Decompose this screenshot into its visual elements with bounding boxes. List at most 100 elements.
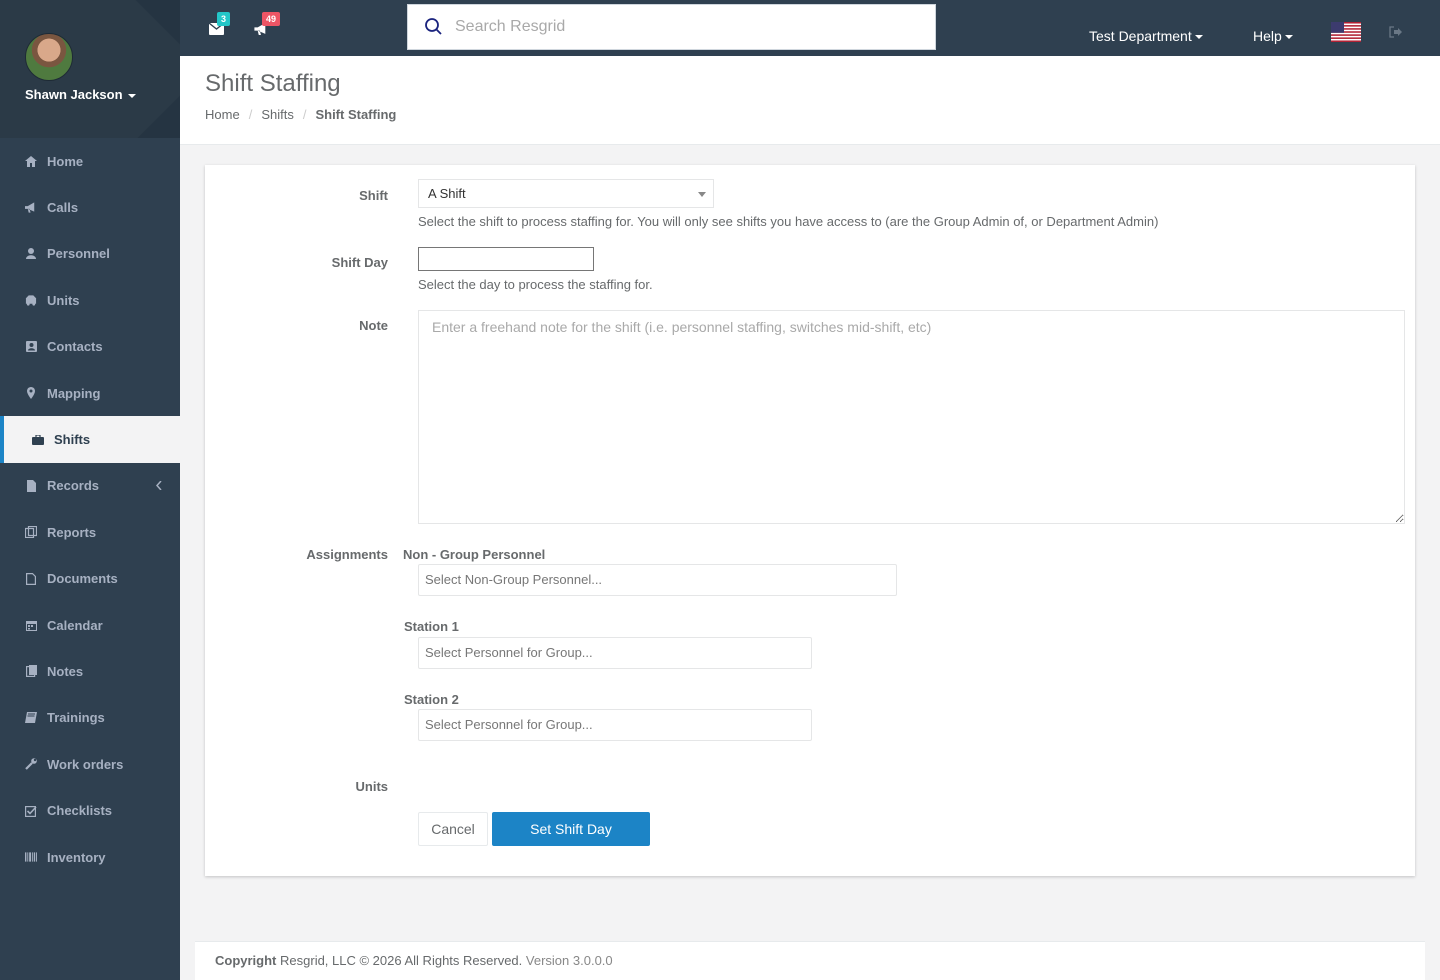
- assignments-label: Assignments: [306, 547, 388, 562]
- non-group-personnel-label: Non - Group Personnel: [403, 547, 546, 562]
- sidebar-item-label: Shifts: [54, 432, 91, 448]
- units-label: Units: [355, 779, 389, 794]
- copyright-text: Resgrid, LLC © 2026 All Rights Reserved.: [280, 953, 523, 968]
- set-shift-day-staffing-button[interactable]: Set Shift Day Staffing: [492, 812, 650, 869]
- help-dropdown[interactable]: Help: [1253, 28, 1293, 44]
- calls-button[interactable]: 49: [254, 12, 281, 38]
- top-navbar: 3 49 Test Department Help: [180, 0, 1440, 56]
- sidebar-item-documents[interactable]: Documents: [0, 556, 180, 602]
- us-flag-icon[interactable]: [1331, 22, 1361, 42]
- sidebar-item-label: Mapping: [47, 385, 101, 401]
- non-group-personnel-select[interactable]: Select Non-Group Personnel...: [418, 564, 897, 596]
- report-icon: [25, 526, 37, 539]
- sidebar-item-mapping[interactable]: Mapping: [0, 370, 180, 416]
- sidebar-item-notes[interactable]: Notes: [0, 648, 180, 694]
- sidebar-item-work-orders[interactable]: Work orders: [0, 741, 180, 787]
- messages-button[interactable]: 3: [209, 12, 231, 38]
- sidebar-item-label: Calendar: [47, 617, 103, 633]
- station-1-placeholder: Select Personnel for Group...: [425, 645, 593, 660]
- breadcrumb-separator: /: [302, 107, 307, 122]
- breadcrumb-shifts[interactable]: Shifts: [261, 107, 294, 122]
- sidebar-item-contacts[interactable]: Contacts: [0, 324, 180, 370]
- home-icon: [25, 155, 37, 167]
- version-text: Version 3.0.0.0: [525, 953, 613, 968]
- shift-day-help-text: Select the day to process the staffing f…: [418, 277, 653, 292]
- shift-help-text: Select the shift to process staffing for…: [418, 214, 1159, 229]
- shift-select[interactable]: A Shift: [418, 179, 714, 208]
- book-icon: [25, 712, 37, 724]
- shift-day-label: Shift Day: [331, 255, 388, 270]
- note-textarea[interactable]: [418, 310, 1405, 524]
- sidebar-item-reports[interactable]: Reports: [0, 509, 180, 555]
- sidebar-nav: Home Calls Personnel Units Contacts Mapp…: [0, 138, 180, 880]
- truck-icon: [25, 294, 37, 306]
- breadcrumb: Home / Shifts / Shift Staffing: [205, 107, 396, 122]
- breadcrumb-separator: /: [248, 107, 253, 122]
- sidebar-item-inventory[interactable]: Inventory: [0, 834, 180, 880]
- station-1-personnel-select[interactable]: Select Personnel for Group...: [418, 637, 812, 669]
- help-label: Help: [1253, 28, 1282, 44]
- sidebar-item-label: Personnel: [47, 246, 110, 262]
- page-heading: Shift Staffing Home / Shifts / Shift Sta…: [180, 56, 1440, 145]
- sidebar-item-calls[interactable]: Calls: [0, 184, 180, 230]
- sidebar-item-units[interactable]: Units: [0, 277, 180, 323]
- station-2-placeholder: Select Personnel for Group...: [425, 717, 593, 732]
- search-input[interactable]: [455, 18, 895, 36]
- group-label-station-2: Station 2: [404, 692, 459, 707]
- sidebar-item-home[interactable]: Home: [0, 138, 180, 184]
- profile-menu[interactable]: Shawn Jackson: [25, 87, 136, 102]
- search-icon: [425, 18, 442, 35]
- department-dropdown[interactable]: Test Department: [1089, 28, 1203, 44]
- sidebar-item-personnel[interactable]: Personnel: [0, 231, 180, 277]
- contact-card-icon: [25, 341, 37, 353]
- sidebar-item-label: Documents: [47, 571, 118, 587]
- caret-down-icon: [698, 192, 706, 197]
- sidebar-item-checklists[interactable]: Checklists: [0, 787, 180, 833]
- sidebar-item-label: Work orders: [47, 756, 124, 772]
- sign-out-icon[interactable]: [1389, 26, 1403, 38]
- sidebar-item-label: Records: [47, 478, 100, 494]
- cancel-button[interactable]: Cancel: [418, 812, 488, 846]
- copyright-label: Copyright: [215, 953, 277, 968]
- sidebar-item-label: Checklists: [47, 803, 113, 819]
- sidebar-item-shifts[interactable]: Shifts: [0, 416, 180, 463]
- sidebar: Shawn Jackson Home Calls Personnel Units…: [0, 0, 180, 980]
- wrench-icon: [25, 758, 37, 771]
- sidebar-item-label: Calls: [47, 200, 79, 216]
- non-group-personnel-placeholder: Select Non-Group Personnel...: [425, 572, 603, 587]
- chevron-left-icon: [155, 479, 162, 493]
- department-label: Test Department: [1089, 28, 1192, 44]
- shift-day-input[interactable]: [418, 247, 594, 271]
- map-marker-icon: [25, 387, 37, 400]
- sidebar-item-label: Units: [47, 292, 80, 308]
- user-icon: [25, 248, 37, 260]
- file-icon: [25, 479, 37, 492]
- sidebar-item-label: Inventory: [47, 849, 106, 865]
- sidebar-item-label: Notes: [47, 663, 84, 679]
- search-box: [407, 4, 936, 50]
- barcode-icon: [25, 851, 37, 863]
- footer: Copyright Resgrid, LLC © 2026 All Rights…: [195, 941, 1425, 980]
- sidebar-item-label: Home: [47, 153, 84, 169]
- briefcase-icon: [32, 434, 44, 446]
- note-label: Note: [359, 318, 388, 333]
- shift-selected-value: A Shift: [428, 186, 466, 201]
- breadcrumb-home[interactable]: Home: [205, 107, 240, 122]
- checklist-icon: [25, 805, 37, 817]
- shift-label: Shift: [359, 188, 388, 203]
- caret-down-icon: [127, 93, 136, 98]
- station-2-personnel-select[interactable]: Select Personnel for Group...: [418, 709, 812, 741]
- avatar[interactable]: [25, 33, 73, 81]
- bullhorn-icon: [25, 202, 37, 214]
- breadcrumb-current: Shift Staffing: [315, 107, 397, 122]
- sidebar-item-calendar[interactable]: Calendar: [0, 602, 180, 648]
- messages-count-badge: 3: [217, 12, 231, 26]
- shift-staffing-form: Shift A Shift Select the shift to proces…: [205, 165, 1415, 876]
- sidebar-item-trainings[interactable]: Trainings: [0, 695, 180, 741]
- sidebar-item-records[interactable]: Records: [0, 463, 180, 509]
- sidebar-item-label: Trainings: [47, 710, 105, 726]
- sidebar-item-label: Contacts: [47, 339, 103, 355]
- caret-down-icon: [1284, 35, 1293, 40]
- document-icon: [25, 572, 37, 585]
- profile-panel: Shawn Jackson: [0, 0, 180, 138]
